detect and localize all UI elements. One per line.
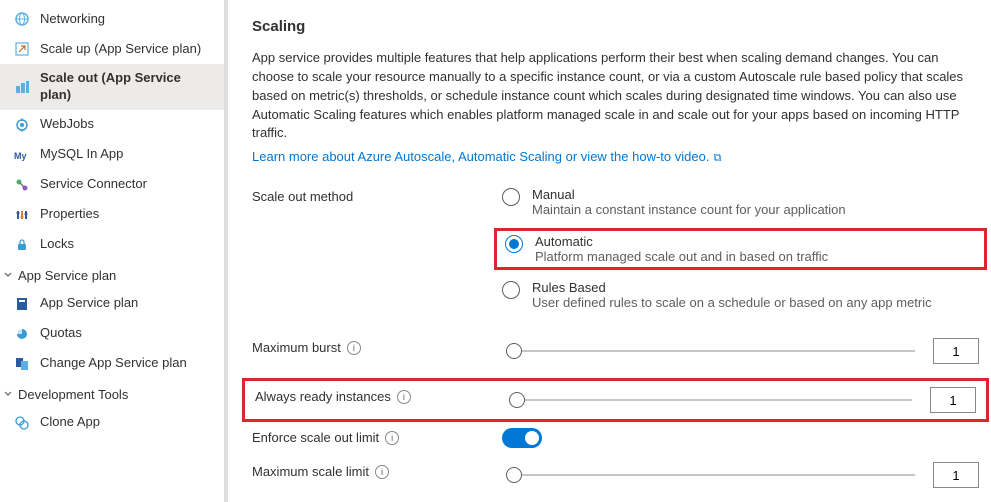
always-ready-label: Always ready instances bbox=[255, 389, 391, 404]
max-scale-limit-label: Maximum scale limit bbox=[252, 464, 369, 479]
learn-more-link[interactable]: Learn more about Azure Autoscale, Automa… bbox=[252, 149, 721, 164]
slider-thumb[interactable] bbox=[509, 392, 525, 408]
slider-thumb[interactable] bbox=[506, 467, 522, 483]
sidebar-item-scale-up[interactable]: Scale up (App Service plan) bbox=[0, 34, 224, 64]
clone-icon bbox=[14, 415, 30, 431]
radio-option-automatic[interactable]: Automatic Platform managed scale out and… bbox=[494, 228, 987, 270]
sidebar-item-change-plan[interactable]: Change App Service plan bbox=[0, 349, 224, 379]
sidebar-item-mysql[interactable]: My MySQL In App bbox=[0, 140, 224, 170]
sidebar-item-label: MySQL In App bbox=[40, 146, 123, 163]
sidebar-item-label: Quotas bbox=[40, 325, 82, 342]
always-ready-input[interactable] bbox=[930, 387, 976, 413]
sidebar-item-scale-out[interactable]: Scale out (App Service plan) bbox=[0, 64, 224, 110]
max-scale-input[interactable] bbox=[933, 462, 979, 488]
sidebar-group-label: Development Tools bbox=[18, 387, 128, 402]
lock-icon bbox=[14, 237, 30, 253]
sidebar-item-label: Scale up (App Service plan) bbox=[40, 41, 201, 58]
radio-automatic[interactable] bbox=[505, 235, 523, 253]
sidebar-item-label: Properties bbox=[40, 206, 99, 223]
chevron-down-icon bbox=[2, 389, 14, 399]
enforce-limit-toggle[interactable] bbox=[502, 428, 542, 448]
info-icon[interactable]: i bbox=[375, 465, 389, 479]
scale-method-label: Scale out method bbox=[252, 187, 502, 204]
max-scale-slider[interactable] bbox=[506, 474, 915, 476]
scaling-description: App service provides multiple features t… bbox=[252, 49, 979, 143]
radio-option-rules[interactable]: Rules Based User defined rules to scale … bbox=[502, 280, 979, 310]
mysql-icon: My bbox=[14, 147, 30, 163]
slider-thumb[interactable] bbox=[506, 343, 522, 359]
sidebar-item-locks[interactable]: Locks bbox=[0, 230, 224, 260]
scale-out-icon bbox=[14, 79, 30, 95]
quotas-icon bbox=[14, 326, 30, 342]
enforce-limit-label: Enforce scale out limit bbox=[252, 430, 379, 445]
sidebar-item-label: Service Connector bbox=[40, 176, 147, 193]
sidebar-item-networking[interactable]: Networking bbox=[0, 4, 224, 34]
sidebar-item-label: WebJobs bbox=[40, 116, 94, 133]
chevron-down-icon bbox=[2, 270, 14, 280]
radio-rules[interactable] bbox=[502, 281, 520, 299]
radio-automatic-desc: Platform managed scale out and in based … bbox=[535, 249, 828, 264]
sidebar-group-dev-tools[interactable]: Development Tools bbox=[0, 379, 224, 408]
external-link-icon: ⧉ bbox=[713, 152, 721, 164]
sidebar-item-webjobs[interactable]: WebJobs bbox=[0, 110, 224, 140]
info-icon[interactable]: i bbox=[385, 431, 399, 445]
plan-icon bbox=[14, 296, 30, 312]
max-burst-input[interactable] bbox=[933, 338, 979, 364]
sidebar-item-label: Clone App bbox=[40, 414, 100, 431]
sidebar-item-quotas[interactable]: Quotas bbox=[0, 319, 224, 349]
sidebar-item-label: App Service plan bbox=[40, 295, 138, 312]
page-title: Scaling bbox=[252, 18, 979, 35]
connector-icon bbox=[14, 177, 30, 193]
always-ready-slider[interactable] bbox=[509, 399, 912, 401]
sidebar-item-properties[interactable]: Properties bbox=[0, 200, 224, 230]
svg-text:My: My bbox=[14, 151, 27, 161]
max-burst-slider[interactable] bbox=[506, 350, 915, 352]
radio-rules-title: Rules Based bbox=[532, 280, 932, 295]
webjobs-icon bbox=[14, 117, 30, 133]
sidebar-item-label: Networking bbox=[40, 11, 105, 28]
sidebar-item-clone-app[interactable]: Clone App bbox=[0, 408, 224, 438]
networking-icon bbox=[14, 11, 30, 27]
max-burst-label: Maximum burst bbox=[252, 340, 341, 355]
sidebar-item-label: Scale out (App Service plan) bbox=[40, 70, 214, 104]
info-icon[interactable]: i bbox=[347, 341, 361, 355]
radio-option-manual[interactable]: Manual Maintain a constant instance coun… bbox=[502, 187, 979, 217]
info-icon[interactable]: i bbox=[397, 390, 411, 404]
change-plan-icon bbox=[14, 356, 30, 372]
sidebar-item-app-service-plan[interactable]: App Service plan bbox=[0, 289, 224, 319]
sidebar-group-label: App Service plan bbox=[18, 268, 116, 283]
radio-manual-desc: Maintain a constant instance count for y… bbox=[532, 202, 846, 217]
sidebar: Networking Scale up (App Service plan) S… bbox=[0, 0, 224, 502]
radio-manual-title: Manual bbox=[532, 187, 846, 202]
properties-icon bbox=[14, 207, 30, 223]
sidebar-item-label: Locks bbox=[40, 236, 74, 253]
scale-up-icon bbox=[14, 41, 30, 57]
learn-more-text: Learn more about Azure Autoscale, Automa… bbox=[252, 149, 709, 164]
radio-rules-desc: User defined rules to scale on a schedul… bbox=[532, 295, 932, 310]
radio-manual[interactable] bbox=[502, 188, 520, 206]
radio-automatic-title: Automatic bbox=[535, 234, 828, 249]
sidebar-item-service-connector[interactable]: Service Connector bbox=[0, 170, 224, 200]
main-panel: Scaling App service provides multiple fe… bbox=[228, 0, 991, 502]
sidebar-group-app-service-plan[interactable]: App Service plan bbox=[0, 260, 224, 289]
sidebar-item-label: Change App Service plan bbox=[40, 355, 187, 372]
